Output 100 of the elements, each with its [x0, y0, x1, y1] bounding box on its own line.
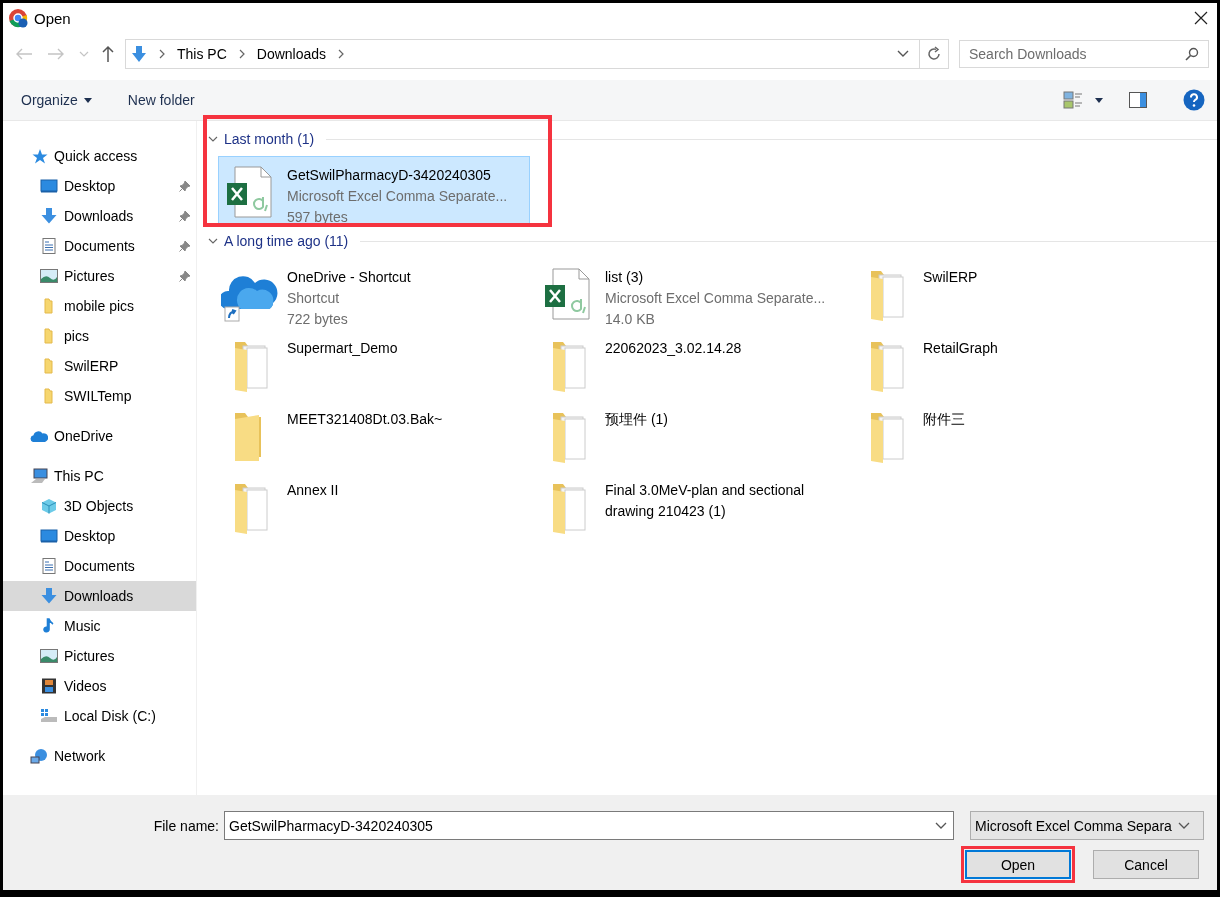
file-item[interactable]: OneDrive - Shortcut Shortcut 722 bytes — [218, 258, 536, 329]
file-detail: Shortcut — [287, 289, 341, 308]
cube-icon — [40, 498, 58, 514]
file-name: Final 3.0MeV-plan and sectional drawing 210423 (1) — [605, 481, 806, 521]
caret-icon[interactable] — [1095, 97, 1103, 103]
pin-icon[interactable] — [179, 210, 191, 222]
file-name: list (3) — [605, 268, 645, 287]
file-name: 22062023_3.02.14.28 — [605, 339, 743, 358]
search-icon — [1185, 47, 1199, 61]
file-item[interactable]: GetSwilPharmacyD-3420240305 Microsoft Excel Comma Separate... 597 bytes — [218, 156, 530, 225]
file-item[interactable]: list (3) Microsoft Excel Comma Separate... 14.0 KB — [536, 258, 854, 329]
file-detail: Microsoft Excel Comma Separate... — [605, 289, 827, 308]
file-item[interactable]: Annex II — [218, 471, 536, 542]
group-header[interactable]: A long time ago (11) — [224, 233, 349, 249]
nav-item[interactable]: Desktop — [3, 521, 196, 551]
dialog-button[interactable]: Cancel — [1093, 850, 1199, 879]
file-name: Supermart_Demo — [287, 339, 399, 358]
pin-icon[interactable] — [179, 270, 191, 282]
close-icon[interactable] — [1193, 10, 1209, 26]
desktop-icon — [40, 528, 58, 544]
preview-pane-icon[interactable] — [1129, 92, 1147, 108]
file-name-field[interactable]: GetSwilPharmacyD-3420240305 — [224, 811, 954, 840]
file-detail: Microsoft Excel Comma Separate... — [287, 187, 509, 206]
file-item[interactable]: Final 3.0MeV-plan and sectional drawing 210423 (1) — [536, 471, 854, 542]
breadcrumb-item[interactable]: This PC — [177, 46, 227, 62]
picture-icon — [40, 268, 58, 284]
view-options-icon[interactable] — [1063, 90, 1083, 110]
nav-item[interactable]: Documents — [3, 551, 196, 581]
refresh-icon[interactable] — [926, 46, 942, 62]
browser-logo-icon — [8, 8, 28, 28]
field-label: File name: — [153, 817, 219, 834]
nav-item[interactable]: Videos — [3, 671, 196, 701]
file-name: MEET321408Dt.03.Bak~ — [287, 410, 444, 429]
nav-item[interactable]: Local Disk (C:) — [3, 701, 196, 731]
pin-icon[interactable] — [179, 180, 191, 192]
picture-icon — [40, 648, 58, 664]
nav-item[interactable]: Documents — [3, 231, 196, 261]
nav-item[interactable]: OneDrive — [3, 421, 196, 451]
dropdown-caret-icon — [1177, 821, 1190, 830]
chevron-icon — [338, 49, 345, 59]
collapse-caret-icon[interactable] — [208, 134, 218, 144]
file-item[interactable]: 预埋件 (1) — [536, 400, 854, 471]
download-arrow-icon — [40, 588, 58, 604]
nav-item[interactable]: mobile pics — [3, 291, 196, 321]
nav-item[interactable]: Quick access — [3, 141, 196, 171]
file-name: OneDrive - Shortcut — [287, 268, 412, 287]
nav-item[interactable]: This PC — [3, 461, 196, 491]
nav-item[interactable]: Desktop — [3, 171, 196, 201]
file-detail: 597 bytes — [287, 208, 349, 227]
disk-drive-icon — [40, 708, 58, 724]
file-name: Annex II — [287, 481, 340, 500]
computer-icon — [30, 468, 48, 484]
file-name: 附件三 — [923, 410, 966, 429]
nav-item[interactable]: Pictures — [3, 641, 196, 671]
nav-item[interactable]: SWILTemp — [3, 381, 196, 411]
file-name: 预埋件 (1) — [605, 410, 669, 429]
file-name: GetSwilPharmacyD-3420240305 — [287, 166, 492, 185]
network-icon — [30, 748, 48, 764]
nav-item[interactable]: Network — [3, 741, 196, 771]
help-icon[interactable] — [1183, 89, 1205, 111]
nav-item[interactable]: pics — [3, 321, 196, 351]
nav-item[interactable]: 3D Objects — [3, 491, 196, 521]
file-name: SwilERP — [923, 268, 979, 287]
file-detail: 722 bytes — [287, 310, 349, 329]
dropdown-caret-icon — [935, 822, 947, 830]
file-detail: 14.0 KB — [605, 310, 656, 329]
nav-item[interactable]: Pictures — [3, 261, 196, 291]
file-type-dropdown[interactable]: Microsoft Excel Comma Separa — [970, 811, 1204, 840]
file-name: RetailGraph — [923, 339, 999, 358]
dropdown-caret-icon[interactable] — [897, 50, 909, 58]
file-item[interactable]: MEET321408Dt.03.Bak~ — [218, 400, 536, 471]
search-field[interactable]: Search Downloads — [959, 40, 1209, 68]
document-icon — [40, 558, 58, 574]
up-arrow-icon[interactable] — [101, 45, 115, 63]
file-item[interactable]: 附件三 — [854, 400, 1172, 471]
chevron-icon — [238, 49, 245, 59]
pin-icon[interactable] — [179, 240, 191, 252]
nav-item[interactable]: SwilERP — [3, 351, 196, 381]
desktop-icon — [40, 178, 58, 194]
download-arrow-icon — [40, 208, 58, 224]
file-item[interactable]: RetailGraph — [854, 329, 1172, 400]
film-icon — [40, 678, 58, 694]
nav-item[interactable]: Downloads — [3, 581, 196, 611]
download-arrow-icon — [131, 45, 147, 63]
chevron-icon — [159, 49, 165, 59]
toolbar-button[interactable]: Organize — [11, 88, 102, 112]
address-bar[interactable]: This PC Downloads — [125, 39, 949, 69]
breadcrumb-item[interactable]: Downloads — [256, 46, 327, 62]
nav-item[interactable]: Downloads — [3, 201, 196, 231]
collapse-caret-icon[interactable] — [208, 236, 218, 246]
toolbar-button[interactable]: New folder — [117, 88, 205, 112]
file-item[interactable]: 22062023_3.02.14.28 — [536, 329, 854, 400]
dialog-button[interactable]: Open — [965, 850, 1071, 879]
cloud-icon — [30, 428, 48, 444]
nav-item[interactable]: Music — [3, 611, 196, 641]
group-header[interactable]: Last month (1) — [224, 131, 315, 147]
document-icon — [40, 238, 58, 254]
window-title: Open — [34, 9, 71, 27]
file-item[interactable]: SwilERP — [854, 258, 1172, 329]
file-item[interactable]: Supermart_Demo — [218, 329, 536, 400]
